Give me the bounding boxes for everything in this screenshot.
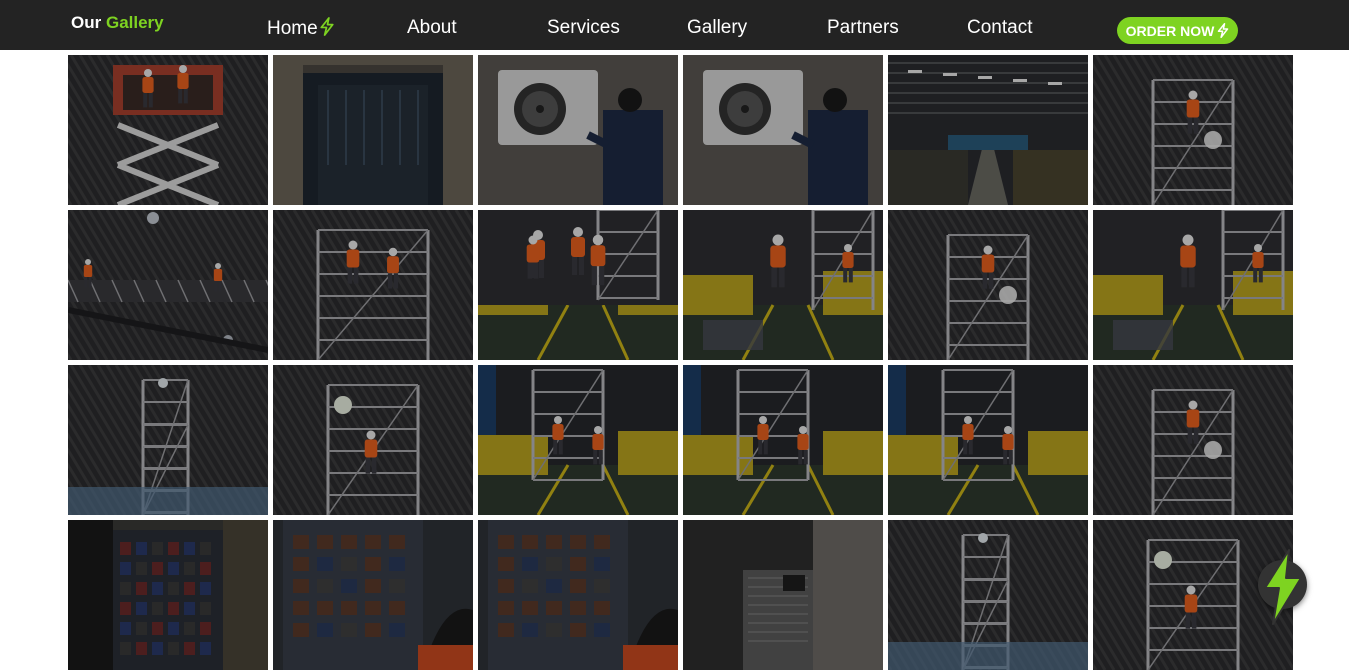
- gallery-photo[interactable]: [68, 210, 268, 360]
- gallery-photo[interactable]: [683, 520, 883, 670]
- photo-scaffold-climber: [1093, 365, 1293, 515]
- bolt-icon: [320, 17, 334, 36]
- nav-home-label: Home: [267, 18, 318, 39]
- gallery-photo[interactable]: [273, 520, 473, 670]
- photo-warehouse-door: [273, 55, 473, 205]
- gallery-photo[interactable]: [683, 365, 883, 515]
- photo-scissor-lift: [68, 55, 268, 205]
- photo-ac-unit-technician: [478, 55, 678, 205]
- photo-scaffold-tower: [68, 365, 268, 515]
- brand-logo[interactable]: Our Gallery: [71, 13, 164, 33]
- photo-scaffold-worker: [273, 365, 473, 515]
- gallery-photo[interactable]: [683, 55, 883, 205]
- photo-panel-technician: [273, 520, 473, 670]
- gallery-photo[interactable]: [1093, 365, 1293, 515]
- gallery-photo[interactable]: [683, 210, 883, 360]
- gallery-photo[interactable]: [888, 55, 1088, 205]
- gallery-photo[interactable]: [478, 365, 678, 515]
- bolt-icon: [1218, 23, 1229, 38]
- photo-scaffold-generators: [888, 365, 1088, 515]
- gallery-photo[interactable]: [68, 55, 268, 205]
- gallery-photo[interactable]: [273, 365, 473, 515]
- photo-team-generators: [478, 210, 678, 360]
- top-navbar: Our Gallery Home About Services Gallery …: [0, 0, 1349, 50]
- order-now-button[interactable]: ORDER NOW: [1117, 17, 1238, 44]
- photo-scaffold-tower: [888, 520, 1088, 670]
- nav-services[interactable]: Services: [547, 17, 620, 39]
- gallery-photo[interactable]: [478, 520, 678, 670]
- nav-contact[interactable]: Contact: [967, 17, 1032, 39]
- gallery-photo[interactable]: [888, 520, 1088, 670]
- photo-scaffold-climber: [888, 210, 1088, 360]
- photo-roof-platform: [68, 210, 268, 360]
- photo-warehouse-hall: [888, 55, 1088, 205]
- floating-action-button[interactable]: [1258, 549, 1307, 625]
- gallery-photo[interactable]: [1093, 55, 1293, 205]
- gallery-photo[interactable]: [888, 365, 1088, 515]
- gallery-photo[interactable]: [478, 55, 678, 205]
- gallery-photo[interactable]: [68, 520, 268, 670]
- gallery-photo[interactable]: [478, 210, 678, 360]
- gallery-photo[interactable]: [273, 55, 473, 205]
- gallery-photo[interactable]: [68, 365, 268, 515]
- photo-electrical-panel: [68, 520, 268, 670]
- nav-gallery[interactable]: Gallery: [687, 17, 747, 39]
- gallery-photo[interactable]: [888, 210, 1088, 360]
- gallery-photo[interactable]: [1093, 210, 1293, 360]
- bolt-icon: [1264, 549, 1302, 625]
- photo-worker-generators: [1093, 210, 1293, 360]
- photo-scaffold-generators: [683, 365, 883, 515]
- nav-partners[interactable]: Partners: [827, 17, 899, 39]
- photo-scaffold-climber: [1093, 55, 1293, 205]
- photo-ac-unit-technician: [683, 55, 883, 205]
- photo-ac-cabinet: [683, 520, 883, 670]
- photo-scaffold-workers: [273, 210, 473, 360]
- photo-worker-generators: [683, 210, 883, 360]
- gallery-photo[interactable]: [273, 210, 473, 360]
- nav-about[interactable]: About: [407, 17, 457, 39]
- nav-home[interactable]: Home: [267, 17, 335, 40]
- photo-scaffold-generators: [478, 365, 678, 515]
- photo-panel-technician: [478, 520, 678, 670]
- order-now-label: ORDER NOW: [1125, 22, 1215, 39]
